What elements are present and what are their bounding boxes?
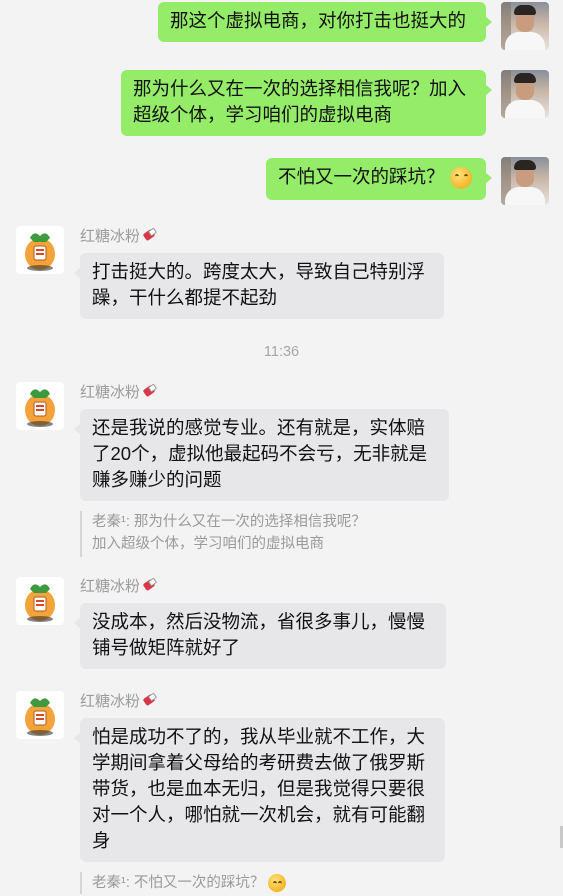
- quote-text: 老秦¹: 那为什么又在一次的选择相信我呢？加入超级个体，学习咱们的虚拟电商: [92, 514, 366, 552]
- red-envelope-icon: [142, 693, 157, 708]
- thinking-face-emoji: [268, 874, 287, 893]
- self-avatar[interactable]: [501, 2, 549, 50]
- contact-avatar[interactable]: [16, 577, 64, 625]
- red-envelope-icon: [142, 228, 157, 243]
- message-bubble-self[interactable]: 不怕又一次的踩坑？: [266, 158, 492, 200]
- sender-name-text: 红糖冰粉: [80, 578, 141, 595]
- timestamp: 11:36: [263, 344, 300, 360]
- self-avatar[interactable]: [501, 70, 549, 118]
- contact-avatar[interactable]: [16, 226, 64, 274]
- sender-name: 红糖冰粉: [80, 383, 157, 403]
- message-bubble-other[interactable]: 没成本，然后没物流，省很多事儿，慢慢铺号做矩阵就好了: [74, 603, 446, 669]
- message-text: 打击挺大的。跨度太大，导致自己特别浮躁，干什么都提不起劲: [92, 261, 426, 308]
- message-text: 不怕又一次的踩坑？: [278, 166, 445, 187]
- message-bubble-other[interactable]: 还是我说的感觉专业。还有就是，实体赔了20个，虚拟他最起码不会亏，无非就是赚多赚…: [74, 409, 449, 501]
- message-bubble-other[interactable]: 打击挺大的。跨度太大，导致自己特别浮躁，干什么都提不起劲: [74, 253, 444, 319]
- red-envelope-icon: [142, 578, 157, 593]
- self-avatar[interactable]: [501, 157, 549, 205]
- quote-text: 老秦¹: 不怕又一次的踩坑？: [92, 875, 265, 891]
- red-envelope-icon: [142, 384, 157, 399]
- message-bubble-other[interactable]: 怕是成功不了的，我从毕业就不工作，大学期间拿着父母给的考研费去做了俄罗斯带货，也…: [74, 718, 445, 862]
- message-text: 那这个虚拟电商，对你打击也挺大的: [170, 10, 467, 31]
- sender-name-text: 红糖冰粉: [80, 228, 141, 245]
- thinking-face-emoji: [449, 167, 472, 190]
- quoted-message[interactable]: 老秦¹: 不怕又一次的踩坑？: [80, 872, 310, 894]
- message-text: 还是我说的感觉专业。还有就是，实体赔了20个，虚拟他最起码不会亏，无非就是赚多赚…: [92, 417, 428, 490]
- contact-avatar[interactable]: [16, 691, 64, 739]
- sender-name: 红糖冰粉: [80, 692, 157, 712]
- message-bubble-self[interactable]: 那这个虚拟电商，对你打击也挺大的: [158, 2, 492, 42]
- sender-name-text: 红糖冰粉: [80, 693, 141, 710]
- contact-avatar[interactable]: [16, 382, 64, 430]
- message-text: 那为什么又在一次的选择相信我呢？加入超级个体，学习咱们的虚拟电商: [133, 78, 467, 125]
- sender-name: 红糖冰粉: [80, 227, 157, 247]
- message-text: 没成本，然后没物流，省很多事儿，慢慢铺号做矩阵就好了: [92, 611, 426, 658]
- quoted-message[interactable]: 老秦¹: 那为什么又在一次的选择相信我呢？加入超级个体，学习咱们的虚拟电商: [80, 511, 380, 557]
- message-text: 怕是成功不了的，我从毕业就不工作，大学期间拿着父母给的考研费去做了俄罗斯带货，也…: [92, 726, 426, 851]
- sender-name: 红糖冰粉: [80, 577, 157, 597]
- message-bubble-self[interactable]: 那为什么又在一次的选择相信我呢？加入超级个体，学习咱们的虚拟电商: [121, 70, 492, 136]
- sender-name-text: 红糖冰粉: [80, 384, 141, 401]
